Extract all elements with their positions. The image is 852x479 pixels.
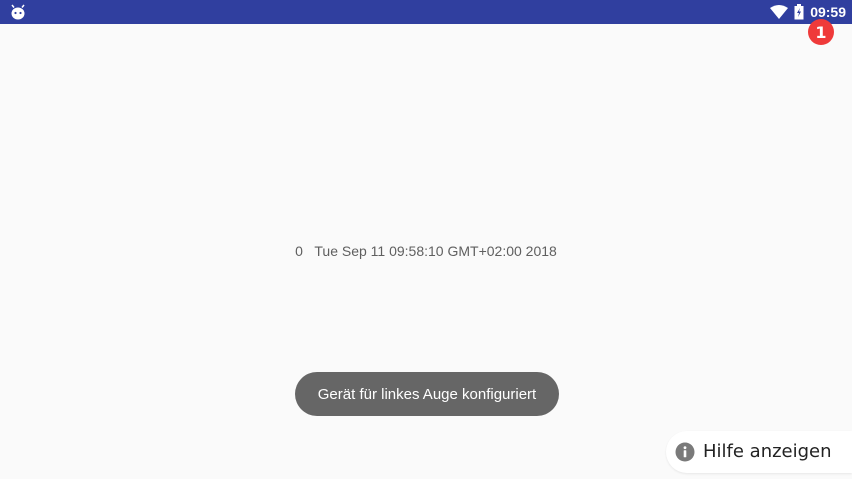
battery-charging-icon (794, 4, 804, 20)
toast-text: Gerät für linkes Auge konfiguriert (317, 385, 537, 403)
timestamp-line: 0 Tue Sep 11 09:58:10 GMT+02:00 2018 (0, 243, 852, 259)
status-icons: 09:59 (770, 0, 846, 24)
status-clock: 09:59 (810, 4, 846, 20)
help-label: Hilfe anzeigen (703, 441, 832, 462)
counter-value: 0 (295, 243, 303, 259)
info-icon (675, 442, 695, 462)
toast-message: Gerät für linkes Auge konfiguriert (295, 372, 559, 416)
wifi-icon (770, 5, 789, 19)
android-debug-icon (11, 4, 25, 20)
timestamp-text: Tue Sep 11 09:58:10 GMT+02:00 2018 (314, 243, 557, 259)
notification-badge[interactable]: 1 (808, 19, 834, 45)
help-button[interactable]: Hilfe anzeigen (666, 431, 852, 473)
status-bar: 09:59 (0, 0, 852, 24)
